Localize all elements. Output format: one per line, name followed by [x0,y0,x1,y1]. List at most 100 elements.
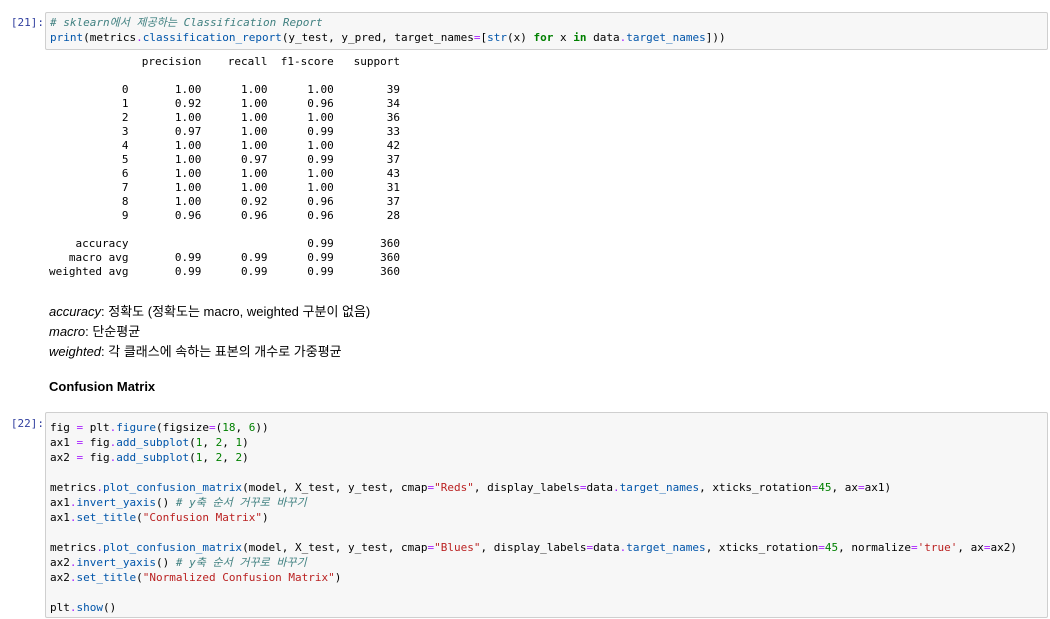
code-token: x [553,31,574,44]
code-token: data [586,481,613,494]
markdown-heading: Confusion Matrix [49,379,156,394]
md-text: : 정확도 (정확도는 macro, weighted 구분이 없음) [101,304,371,319]
code-token: # y축 순서 거꾸로 바꾸기 [175,556,307,569]
code-token: ) [242,451,249,464]
code-token: figure [116,421,156,434]
md-text: : 단순평균 [85,324,141,339]
code-token: plt [83,421,110,434]
code-token: metrics [50,541,97,554]
code-token: ax1 [50,511,70,524]
code-token: (model, X_test, y_test, cmap [242,481,428,494]
code-token: . [69,601,77,614]
code-token: )) [255,421,269,434]
cell-22-input[interactable]: fig = plt.figure(figsize=(18, 6)) ax1 = f… [45,412,1048,618]
code-line: ax2.set_title("Normalized Confusion Matr… [50,570,1047,585]
code-token: () [155,496,176,509]
code-token: ax2 [50,451,77,464]
code-token: # y축 순서 거꾸로 바꾸기 [175,496,307,509]
code-line: fig = plt.figure(figsize=(18, 6)) [50,420,1047,435]
code-token: = [911,541,918,554]
md-term: macro [49,324,86,339]
code-token: ax2 [50,556,70,569]
code-token: 18 [222,421,236,434]
code-line: ax2.invert_yaxis() # y축 순서 거꾸로 바꾸기 [50,555,1047,570]
code-token: invert_yaxis [76,496,156,509]
code-token: data [593,541,620,554]
code-token: ax2 [50,571,70,584]
code-token: . [69,556,77,569]
code-token: 45 [818,481,832,494]
code-token: "Normalized Confusion Matrix" [142,571,335,584]
cell-21-input[interactable]: # sklearn에서 제공하는 Classification Report pr… [45,12,1048,50]
code-token: # sklearn에서 제공하는 Classification Report [50,16,323,29]
code-token: . [69,571,77,584]
code-token: ax1 [50,436,77,449]
code-token: fig [83,451,110,464]
code-token: (y_test, y_pred, target_names [281,31,474,44]
code-token: , display_labels [473,481,580,494]
code-token: ( [136,511,143,524]
markdown-notes: accuracy: 정확도 (정확도는 macro, weighted 구분이 … [49,302,370,362]
code-token: str [487,31,507,44]
code-line: plt.show() [50,600,1047,615]
classification-report-output: precision recall f1-score support 0 1.00… [49,55,400,278]
code-token: fig [50,421,77,434]
code-token: , xticks_rotation [699,481,812,494]
md-line-macro: macro: 단순평균 [49,322,370,342]
code-token: fig [83,436,110,449]
code-token: set_title [76,511,137,524]
code-token: = [473,31,481,44]
code-token: ax1) [864,481,892,494]
code-token: classification_report [142,31,282,44]
cell-22-prompt: [22]: [10,417,44,430]
cell-22-code[interactable]: fig = plt.figure(figsize=(18, 6)) ax1 = f… [46,413,1047,615]
code-token: , [222,436,236,449]
code-token: = [208,421,216,434]
code-token: ) [261,511,269,524]
code-token: set_title [76,571,137,584]
code-token: , display_labels [480,541,587,554]
code-token: 45 [824,541,839,554]
code-line: metrics.plot_confusion_matrix(model, X_t… [50,540,1047,555]
code-token: "Confusion Matrix" [142,511,262,524]
code-line: ax1.invert_yaxis() # y축 순서 거꾸로 바꾸기 [50,495,1047,510]
md-line-accuracy: accuracy: 정확도 (정확도는 macro, weighted 구분이 … [49,302,370,322]
md-text: : 각 클래스에 속하는 표본의 개수로 가중평균 [101,344,342,359]
code-token: = [983,541,991,554]
code-token: ( [189,436,196,449]
code-token: . [612,481,620,494]
cell-21-code[interactable]: # sklearn에서 제공하는 Classification Report pr… [46,13,1047,45]
code-line: metrics.plot_confusion_matrix(model, X_t… [50,480,1047,495]
code-token: ])) [705,31,726,44]
code-token: show [76,601,104,614]
code-line: # sklearn에서 제공하는 Classification Report [50,15,1047,30]
code-line: ax2 = fig.add_subplot(1, 2, 2) [50,450,1047,465]
code-token: . [136,31,143,44]
code-line: ax1.set_title("Confusion Matrix") [50,510,1047,525]
code-token: target_names [626,541,706,554]
code-token: plot_confusion_matrix [102,481,243,494]
code-token: (model, X_test, y_test, cmap [242,541,428,554]
code-token: 'true' [917,541,958,554]
code-token: , ax [957,541,984,554]
code-token: , ax [831,481,859,494]
code-token: . [96,481,103,494]
code-token: ax2) [990,541,1018,554]
code-token: target_names [619,481,700,494]
code-token: ax1 [50,496,70,509]
md-term: accuracy [49,304,102,319]
code-token: target_names [626,31,706,44]
code-token: add_subplot [116,436,190,449]
code-token: in [573,31,587,44]
code-token: add_subplot [116,451,190,464]
code-token: () [103,601,117,614]
code-token: for [533,31,554,44]
code-token: , [202,451,216,464]
code-token: . [96,541,103,554]
code-token: print [50,31,84,44]
code-line: ax1 = fig.add_subplot(1, 2, 1) [50,435,1047,450]
code-token: plot_confusion_matrix [102,541,243,554]
